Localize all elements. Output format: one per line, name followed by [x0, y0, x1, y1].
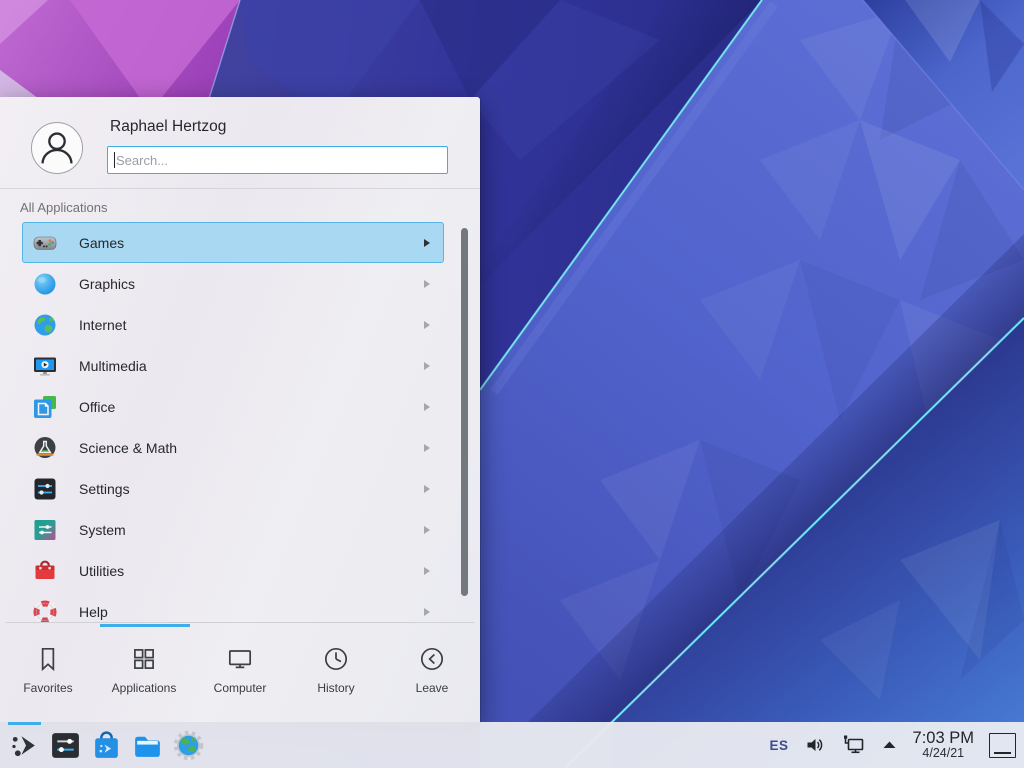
menu-item-label: Help	[79, 604, 108, 620]
menu-item-label: Multimedia	[79, 358, 147, 374]
chevron-right-icon	[424, 567, 430, 575]
history-icon	[321, 644, 351, 674]
volume-icon	[805, 735, 826, 755]
system-settings-launcher[interactable]	[45, 722, 86, 768]
text-caret	[114, 152, 115, 168]
tab-label: Applications	[112, 681, 177, 695]
network-tray-button[interactable]	[834, 722, 874, 768]
help-icon	[32, 599, 58, 623]
browser-icon	[172, 729, 205, 762]
games-icon	[32, 230, 58, 256]
taskbar-panel: ES	[0, 722, 1024, 768]
footer-divider	[6, 622, 474, 623]
desktop: Raphael Hertzog All Applications	[0, 0, 1024, 768]
category-list: Games Graphics Internet	[0, 222, 480, 622]
science-icon	[32, 435, 58, 461]
menu-item-help[interactable]: Help	[22, 591, 444, 622]
menu-item-label: Graphics	[79, 276, 135, 292]
expand-tray-button[interactable]	[874, 722, 905, 768]
chevron-right-icon	[424, 608, 430, 616]
user-name: Raphael Hertzog	[110, 118, 226, 136]
menu-item-label: Science & Math	[79, 440, 177, 456]
keyboard-layout-indicator[interactable]: ES	[762, 722, 797, 768]
dolphin-icon	[131, 729, 164, 762]
system-settings-icon	[49, 729, 82, 762]
multimedia-icon	[32, 353, 58, 379]
menu-item-label: Office	[79, 399, 115, 415]
show-desktop-button[interactable]	[989, 733, 1016, 758]
active-tab-indicator	[100, 624, 190, 627]
app-launcher-button[interactable]	[4, 722, 45, 768]
expand-tray-icon	[882, 740, 897, 750]
search-input[interactable]	[107, 146, 448, 174]
tab-label: Leave	[416, 681, 449, 695]
chevron-right-icon	[424, 526, 430, 534]
leave-icon	[417, 644, 447, 674]
menu-item-games[interactable]: Games	[22, 222, 444, 263]
section-label: All Applications	[20, 200, 107, 215]
internet-icon	[32, 312, 58, 338]
user-icon	[32, 123, 82, 173]
clock-time: 7:03 PM	[913, 729, 974, 747]
office-icon	[32, 394, 58, 420]
active-task-indicator	[8, 722, 41, 725]
tab-computer[interactable]: Computer	[192, 631, 288, 717]
favorites-icon	[33, 644, 63, 674]
discover-launcher[interactable]	[86, 722, 127, 768]
menu-item-utilities[interactable]: Utilities	[22, 550, 444, 591]
system-tray: ES	[762, 722, 1019, 768]
network-icon	[842, 734, 866, 756]
user-avatar[interactable]	[31, 122, 83, 174]
menu-item-settings[interactable]: Settings	[22, 468, 444, 509]
chevron-right-icon	[424, 280, 430, 288]
tab-label: Favorites	[23, 681, 72, 695]
volume-tray-button[interactable]	[797, 722, 834, 768]
chevron-right-icon	[424, 362, 430, 370]
menu-item-label: Games	[79, 235, 124, 251]
chevron-right-icon	[424, 403, 430, 411]
launcher-tab-bar: Favorites Applications Computer	[0, 631, 480, 717]
scrollbar-thumb[interactable]	[461, 228, 468, 596]
dolphin-launcher[interactable]	[127, 722, 168, 768]
menu-item-system[interactable]: System	[22, 509, 444, 550]
tab-label: Computer	[214, 681, 267, 695]
tab-applications[interactable]: Applications	[96, 631, 192, 717]
graphics-icon	[32, 271, 58, 297]
chevron-right-icon	[424, 485, 430, 493]
chevron-right-icon	[424, 444, 430, 452]
menu-item-label: Utilities	[79, 563, 124, 579]
browser-launcher[interactable]	[168, 722, 209, 768]
menu-item-graphics[interactable]: Graphics	[22, 263, 444, 304]
settings-icon	[32, 476, 58, 502]
discover-icon	[90, 729, 123, 762]
menu-item-label: Settings	[79, 481, 130, 497]
menu-item-multimedia[interactable]: Multimedia	[22, 345, 444, 386]
menu-item-internet[interactable]: Internet	[22, 304, 444, 345]
digital-clock[interactable]: 7:03 PM 4/24/21	[905, 729, 982, 761]
chevron-right-icon	[424, 239, 430, 247]
menu-item-office[interactable]: Office	[22, 386, 444, 427]
utilities-icon	[32, 558, 58, 584]
kickoff-launcher-icon	[8, 729, 41, 762]
tab-leave[interactable]: Leave	[384, 631, 480, 717]
menu-item-science-math[interactable]: Science & Math	[22, 427, 444, 468]
clock-date: 4/24/21	[922, 747, 964, 761]
menu-item-label: Internet	[79, 317, 126, 333]
applications-icon	[129, 644, 159, 674]
launcher-header: Raphael Hertzog	[0, 97, 480, 189]
chevron-right-icon	[424, 321, 430, 329]
computer-icon	[225, 644, 255, 674]
tab-label: History	[317, 681, 354, 695]
menu-item-label: System	[79, 522, 126, 538]
tab-favorites[interactable]: Favorites	[0, 631, 96, 717]
tab-history[interactable]: History	[288, 631, 384, 717]
application-launcher-menu: Raphael Hertzog All Applications	[0, 97, 480, 722]
system-icon	[32, 517, 58, 543]
